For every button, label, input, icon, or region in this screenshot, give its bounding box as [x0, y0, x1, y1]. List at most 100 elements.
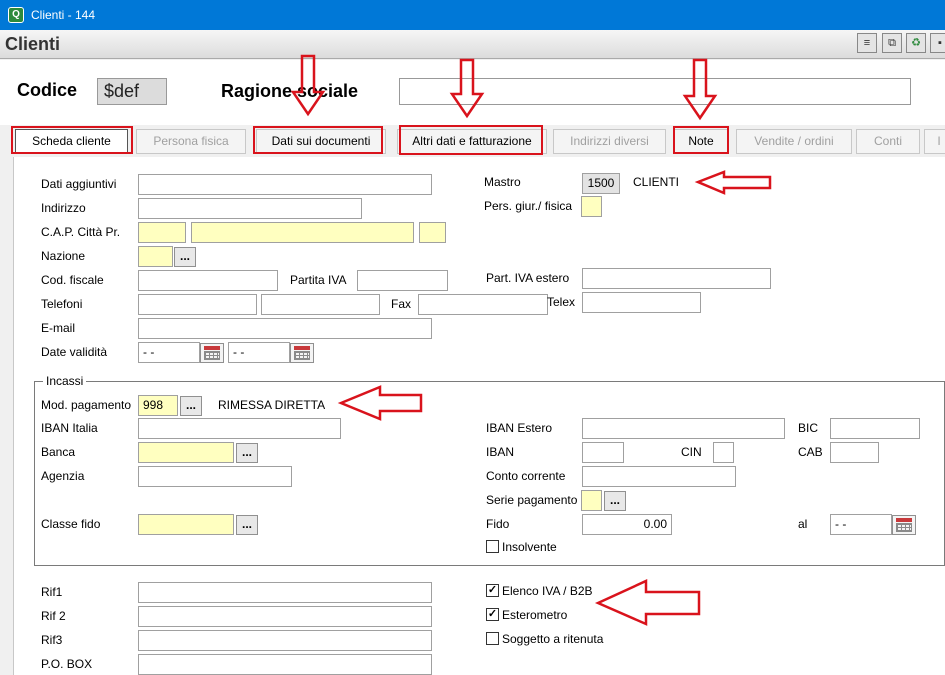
indirizzo-field[interactable] — [138, 198, 362, 219]
rif1-label: Rif1 — [41, 585, 63, 599]
mastro-field[interactable]: 1500 — [582, 173, 620, 194]
form-panel: Dati aggiuntivi Indirizzo C.A.P. Città P… — [13, 157, 945, 675]
telex-label: Telex — [547, 295, 576, 309]
serie-pagamento-field[interactable] — [581, 490, 602, 511]
rif2-label: Rif 2 — [41, 609, 66, 623]
tab-box-dati-documenti — [253, 126, 383, 154]
nazione-field[interactable] — [138, 246, 173, 267]
fido-label: Fido — [486, 517, 510, 531]
banca-label: Banca — [41, 445, 76, 459]
app-icon: Q — [8, 7, 24, 23]
iban-estero-label: IBAN Estero — [486, 421, 553, 435]
rif3-label: Rif3 — [41, 633, 63, 647]
rif3-field[interactable] — [138, 630, 432, 651]
recycle-bin-icon[interactable]: ♻ — [906, 33, 926, 53]
nazione-lookup-button[interactable]: ... — [174, 247, 196, 267]
tab-box-scheda-cliente — [11, 126, 133, 154]
tab-persona-fisica[interactable]: Persona fisica — [136, 129, 246, 154]
banca-lookup-button[interactable]: ... — [236, 443, 258, 463]
serie-pagamento-lookup-button[interactable]: ... — [604, 491, 626, 511]
mod-pagamento-desc: RIMESSA DIRETTA — [218, 398, 326, 412]
al-date-field[interactable]: - - — [830, 514, 892, 535]
insolvente-label: Insolvente — [502, 540, 557, 554]
partita-iva-field[interactable] — [357, 270, 448, 291]
soggetto-ritenuta-label: Soggetto a ritenuta — [502, 632, 604, 646]
iban-field[interactable] — [582, 442, 624, 463]
cab-field[interactable] — [830, 442, 879, 463]
ragione-sociale-field[interactable] — [399, 78, 911, 105]
mastro-desc: CLIENTI — [633, 175, 680, 189]
cap-citta-pr-label: C.A.P. Città Pr. — [41, 225, 121, 239]
mod-pagamento-lookup-button[interactable]: ... — [180, 396, 202, 416]
telefono2-field[interactable] — [261, 294, 380, 315]
dati-aggiuntivi-label: Dati aggiuntivi — [41, 177, 117, 191]
dati-aggiuntivi-field[interactable] — [138, 174, 432, 195]
citta-field[interactable] — [191, 222, 414, 243]
conto-corrente-field[interactable] — [582, 466, 736, 487]
classe-fido-field[interactable] — [138, 514, 234, 535]
po-box-field[interactable] — [138, 654, 432, 675]
copy-icon[interactable]: ⧉ — [882, 33, 902, 53]
esterometro-label: Esterometro — [502, 608, 568, 622]
part-iva-estero-field[interactable] — [582, 268, 771, 289]
calendar-icon[interactable] — [290, 343, 314, 363]
mastro-label: Mastro — [484, 175, 521, 189]
esterometro-checkbox[interactable]: ✓ — [486, 608, 499, 621]
provincia-field[interactable] — [419, 222, 446, 243]
agenzia-field[interactable] — [138, 466, 292, 487]
date-validita-from-field[interactable]: - - — [138, 342, 200, 363]
save-icon[interactable]: ▪ — [930, 33, 945, 53]
serie-pagamento-label: Serie pagamento — [486, 493, 578, 507]
bic-label: BIC — [798, 421, 819, 435]
iban-label: IBAN — [486, 445, 515, 459]
email-label: E-mail — [41, 321, 76, 335]
fido-field[interactable]: 0.00 — [582, 514, 672, 535]
mod-pagamento-label: Mod. pagamento — [41, 398, 132, 412]
telefoni-label: Telefoni — [41, 297, 83, 311]
classe-fido-lookup-button[interactable]: ... — [236, 515, 258, 535]
partita-iva-label: Partita IVA — [290, 273, 347, 287]
ragione-sociale-label: Ragione sociale — [221, 81, 359, 101]
rif2-field[interactable] — [138, 606, 432, 627]
calendar-icon[interactable] — [892, 515, 916, 535]
page-title: Clienti — [5, 34, 61, 54]
tab-box-note — [673, 126, 729, 154]
soggetto-ritenuta-checkbox[interactable] — [486, 632, 499, 645]
cin-field[interactable] — [713, 442, 734, 463]
calendar-icon[interactable] — [200, 343, 224, 363]
mod-pagamento-field[interactable]: 998 — [138, 395, 178, 416]
bic-field[interactable] — [830, 418, 920, 439]
al-label: al — [798, 517, 808, 531]
notes-icon[interactable]: ≡ — [857, 33, 877, 53]
cab-label: CAB — [798, 445, 823, 459]
tab-conti[interactable]: Conti — [856, 129, 920, 154]
iban-italia-label: IBAN Italia — [41, 421, 98, 435]
telex-field[interactable] — [582, 292, 701, 313]
incassi-title: Incassi — [43, 374, 87, 388]
cod-fiscale-field[interactable] — [138, 270, 278, 291]
iban-estero-field[interactable] — [582, 418, 785, 439]
iban-italia-field[interactable] — [138, 418, 341, 439]
window-title: Clienti - 144 — [31, 8, 96, 22]
indirizzo-label: Indirizzo — [41, 201, 86, 215]
cod-fiscale-label: Cod. fiscale — [41, 273, 104, 287]
tab-indirizzi-diversi[interactable]: Indirizzi diversi — [553, 129, 666, 154]
elenco-iva-checkbox[interactable]: ✓ — [486, 584, 499, 597]
date-validita-to-field[interactable]: - - — [228, 342, 290, 363]
nazione-label: Nazione — [41, 249, 86, 263]
banca-field[interactable] — [138, 442, 234, 463]
tab-vendite-ordini[interactable]: Vendite / ordini — [736, 129, 852, 154]
code-field[interactable]: $def — [97, 78, 167, 105]
agenzia-label: Agenzia — [41, 469, 85, 483]
fax-label: Fax — [391, 297, 412, 311]
cap-field[interactable] — [138, 222, 186, 243]
insolvente-checkbox[interactable] — [486, 540, 499, 553]
fax-field[interactable] — [418, 294, 548, 315]
conto-corrente-label: Conto corrente — [486, 469, 566, 483]
pers-giur-fisica-field[interactable] — [581, 196, 602, 217]
tab-next[interactable]: I — [924, 129, 945, 154]
email-field[interactable] — [138, 318, 432, 339]
elenco-iva-label: Elenco IVA / B2B — [502, 584, 593, 598]
rif1-field[interactable] — [138, 582, 432, 603]
telefono1-field[interactable] — [138, 294, 257, 315]
